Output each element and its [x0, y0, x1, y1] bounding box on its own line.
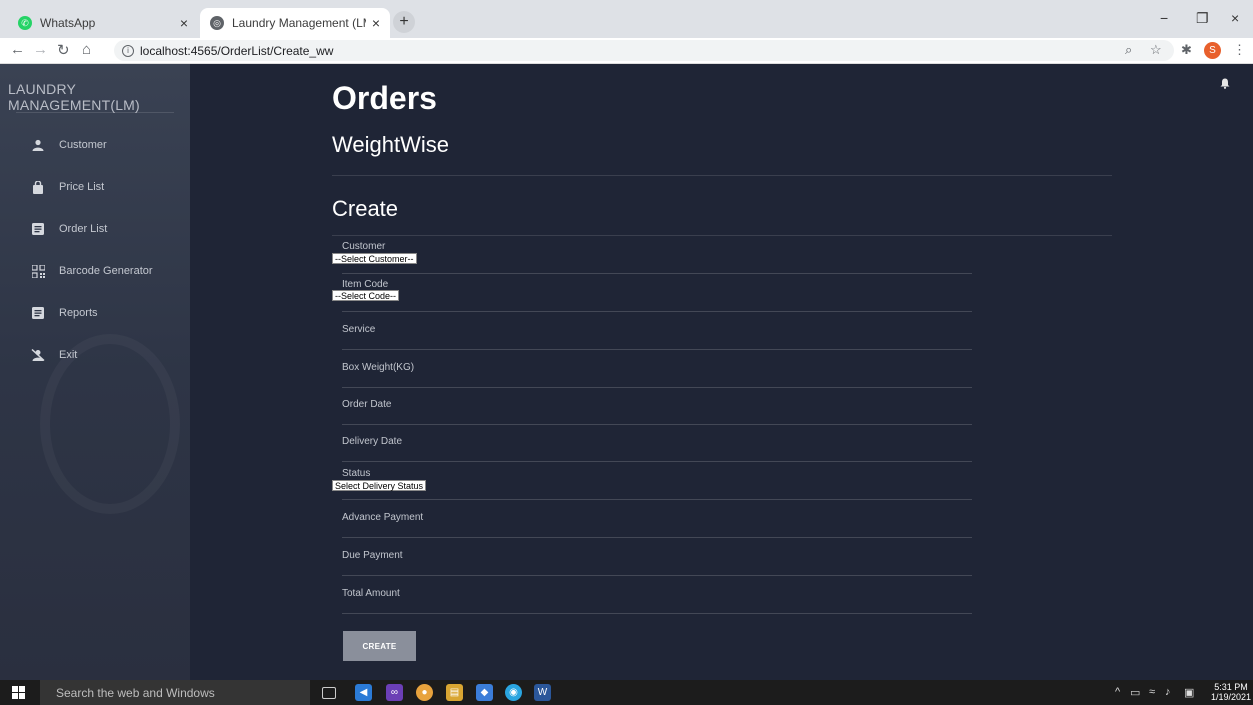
person-icon: [30, 138, 46, 152]
volume-icon[interactable]: ♪: [1165, 686, 1171, 698]
main-content: Orders WeightWise Create Customer --Sele…: [190, 64, 1253, 680]
address-bar[interactable]: i localhost:4565/OrderList/Create_ww: [114, 40, 1174, 61]
url-text: localhost:4565/OrderList/Create_ww: [140, 43, 334, 58]
minimize-button[interactable]: −: [1160, 10, 1168, 26]
divider: [332, 175, 1112, 176]
customer-select[interactable]: --Select Customer--: [332, 253, 417, 264]
home-icon[interactable]: ⌂: [82, 41, 91, 58]
notifications-icon[interactable]: ▣: [1184, 686, 1194, 699]
sidebar-item-label: Order List: [59, 223, 108, 235]
close-window-button[interactable]: ×: [1231, 10, 1239, 26]
vscode-icon[interactable]: ◀: [355, 684, 372, 701]
list-icon: [30, 222, 46, 236]
windows-start-icon[interactable]: [12, 686, 25, 699]
sidebar-item-label: Exit: [59, 349, 78, 361]
taskbar-clock[interactable]: 5:31 PM 1/19/2021: [1211, 682, 1251, 702]
sidebar-item-label: Price List: [59, 181, 105, 193]
wifi-icon[interactable]: ≈: [1149, 686, 1155, 698]
maximize-button[interactable]: ❐: [1196, 10, 1209, 27]
forward-arrow-icon[interactable]: →: [33, 41, 48, 58]
reload-icon[interactable]: ↻: [57, 41, 70, 59]
back-arrow-icon[interactable]: ←: [10, 41, 25, 58]
sidebar-item-customer[interactable]: Customer: [30, 134, 107, 156]
exit-icon: [30, 348, 46, 362]
word-icon[interactable]: W: [534, 684, 551, 701]
field-label: Total Amount: [342, 588, 400, 599]
total-amount-field[interactable]: Total Amount: [342, 576, 972, 614]
field-label: Due Payment: [342, 550, 403, 561]
status-field[interactable]: Status Select Delivery Status: [332, 462, 972, 500]
new-tab-button[interactable]: +: [393, 11, 415, 33]
task-view-icon[interactable]: [322, 687, 336, 699]
item-code-select[interactable]: --Select Code--: [332, 290, 400, 301]
visual-studio-icon[interactable]: ∞: [386, 684, 403, 701]
field-underline: [342, 613, 972, 614]
bag-icon: [30, 180, 46, 194]
sidebar-item-label: Reports: [59, 307, 98, 319]
report-icon: [30, 306, 46, 320]
field-label: Box Weight(KG): [342, 362, 415, 373]
profile-avatar[interactable]: S: [1204, 42, 1221, 59]
field-label: Customer: [342, 241, 386, 252]
sidebar-item-label: Customer: [59, 139, 107, 151]
sidebar-item-label: Barcode Generator: [59, 265, 153, 277]
sidebar-item-exit[interactable]: Exit: [30, 344, 77, 366]
extensions-icon[interactable]: ✱: [1181, 42, 1192, 58]
app2-icon[interactable]: ◉: [505, 684, 522, 701]
due-payment-field[interactable]: Due Payment: [342, 538, 972, 576]
close-tab-icon[interactable]: ×: [180, 15, 188, 31]
clock-date: 1/19/2021: [1211, 692, 1252, 702]
field-label: Service: [342, 324, 376, 335]
tab-whatsapp[interactable]: ✆ WhatsApp ×: [8, 8, 198, 38]
globe-icon: ◎: [210, 16, 224, 30]
app-icon[interactable]: ◆: [476, 684, 493, 701]
notification-bell-icon[interactable]: [1220, 78, 1230, 92]
brand-divider: [16, 112, 174, 113]
sidebar-item-barcode-generator[interactable]: Barcode Generator: [30, 260, 153, 282]
tab-title: Laundry Management (LM)!: [232, 16, 366, 30]
customer-field[interactable]: Customer --Select Customer--: [332, 236, 972, 274]
windows-taskbar: Search the web and Windows ◀ ∞ ● ▤ ◆ ◉ W…: [0, 680, 1253, 705]
tab-title: WhatsApp: [40, 16, 96, 30]
tray-chevron-icon[interactable]: ^: [1115, 686, 1120, 698]
explorer-icon[interactable]: ▤: [446, 684, 463, 701]
sidebar: LAUNDRY MANAGEMENT(LM) Customer Price Li…: [0, 64, 190, 680]
clock-time: 5:31 PM: [1214, 682, 1248, 692]
sidebar-item-reports[interactable]: Reports: [30, 302, 98, 324]
whatsapp-icon: ✆: [18, 16, 32, 30]
tab-laundry-management[interactable]: ◎ Laundry Management (LM)! ×: [200, 8, 390, 38]
info-icon[interactable]: i: [122, 44, 134, 57]
box-weight-field[interactable]: Box Weight(KG): [342, 350, 972, 388]
sidebar-item-price-list[interactable]: Price List: [30, 176, 104, 198]
more-menu-icon[interactable]: ⋮: [1233, 42, 1246, 58]
status-select[interactable]: Select Delivery Status: [332, 480, 427, 491]
create-button[interactable]: CREATE: [343, 631, 416, 661]
field-label: Status: [342, 468, 371, 479]
page-subtitle: WeightWise: [332, 132, 449, 157]
bookmark-star-icon[interactable]: ☆: [1150, 42, 1162, 58]
delivery-date-field[interactable]: Delivery Date: [342, 424, 972, 462]
page-title: Orders: [332, 80, 437, 116]
browser-tab-bar: ✆ WhatsApp × ◎ Laundry Management (LM)! …: [0, 0, 1253, 38]
chrome-icon[interactable]: ●: [416, 684, 433, 701]
service-field[interactable]: Service: [342, 312, 972, 350]
field-label: Delivery Date: [342, 436, 403, 447]
order-date-field[interactable]: Order Date: [342, 387, 972, 425]
field-label: Item Code: [342, 279, 389, 290]
field-label: Advance Payment: [342, 512, 424, 523]
brand-title: LAUNDRY MANAGEMENT(LM): [8, 81, 140, 113]
section-title: Create: [332, 196, 399, 221]
browser-toolbar: ← → ↻ ⌂ i localhost:4565/OrderList/Creat…: [0, 38, 1253, 64]
advance-payment-field[interactable]: Advance Payment: [342, 500, 972, 538]
sidebar-item-order-list[interactable]: Order List: [30, 218, 107, 240]
close-tab-icon[interactable]: ×: [372, 15, 380, 31]
qr-icon: [30, 264, 46, 278]
zoom-icon[interactable]: ⌕: [1125, 42, 1132, 58]
network-icon[interactable]: ▭: [1130, 686, 1140, 699]
field-label: Order Date: [342, 399, 392, 410]
item-code-field[interactable]: Item Code --Select Code--: [332, 274, 972, 312]
taskbar-search-box[interactable]: Search the web and Windows: [40, 680, 310, 705]
